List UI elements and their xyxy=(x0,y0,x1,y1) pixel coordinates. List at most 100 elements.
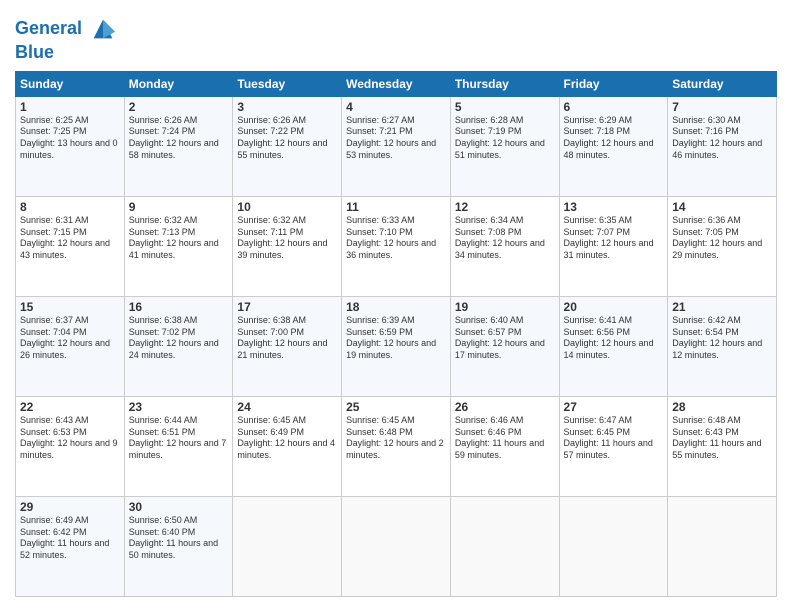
day-number: 5 xyxy=(455,100,555,114)
calendar-cell: 13 Sunrise: 6:35 AMSunset: 7:07 PMDaylig… xyxy=(559,196,668,296)
day-info: Sunrise: 6:37 AMSunset: 7:04 PMDaylight:… xyxy=(20,315,120,362)
weekday-header: Saturday xyxy=(668,71,777,96)
day-number: 6 xyxy=(564,100,664,114)
calendar-cell xyxy=(233,496,342,596)
weekday-header: Thursday xyxy=(450,71,559,96)
day-number: 8 xyxy=(20,200,120,214)
day-info: Sunrise: 6:47 AMSunset: 6:45 PMDaylight:… xyxy=(564,415,664,462)
day-number: 22 xyxy=(20,400,120,414)
day-info: Sunrise: 6:29 AMSunset: 7:18 PMDaylight:… xyxy=(564,115,664,162)
calendar-cell: 7 Sunrise: 6:30 AMSunset: 7:16 PMDayligh… xyxy=(668,96,777,196)
day-info: Sunrise: 6:45 AMSunset: 6:49 PMDaylight:… xyxy=(237,415,337,462)
calendar-cell xyxy=(559,496,668,596)
calendar-cell: 24 Sunrise: 6:45 AMSunset: 6:49 PMDaylig… xyxy=(233,396,342,496)
day-number: 1 xyxy=(20,100,120,114)
day-info: Sunrise: 6:39 AMSunset: 6:59 PMDaylight:… xyxy=(346,315,446,362)
calendar-cell xyxy=(450,496,559,596)
day-info: Sunrise: 6:41 AMSunset: 6:56 PMDaylight:… xyxy=(564,315,664,362)
day-number: 20 xyxy=(564,300,664,314)
calendar-cell: 10 Sunrise: 6:32 AMSunset: 7:11 PMDaylig… xyxy=(233,196,342,296)
day-number: 4 xyxy=(346,100,446,114)
day-info: Sunrise: 6:46 AMSunset: 6:46 PMDaylight:… xyxy=(455,415,555,462)
calendar-cell: 20 Sunrise: 6:41 AMSunset: 6:56 PMDaylig… xyxy=(559,296,668,396)
calendar-cell: 9 Sunrise: 6:32 AMSunset: 7:13 PMDayligh… xyxy=(124,196,233,296)
day-number: 26 xyxy=(455,400,555,414)
calendar-cell: 19 Sunrise: 6:40 AMSunset: 6:57 PMDaylig… xyxy=(450,296,559,396)
day-number: 2 xyxy=(129,100,229,114)
day-number: 25 xyxy=(346,400,446,414)
day-info: Sunrise: 6:34 AMSunset: 7:08 PMDaylight:… xyxy=(455,215,555,262)
weekday-header: Friday xyxy=(559,71,668,96)
calendar-cell: 3 Sunrise: 6:26 AMSunset: 7:22 PMDayligh… xyxy=(233,96,342,196)
day-number: 3 xyxy=(237,100,337,114)
day-number: 17 xyxy=(237,300,337,314)
day-info: Sunrise: 6:36 AMSunset: 7:05 PMDaylight:… xyxy=(672,215,772,262)
weekday-header: Sunday xyxy=(16,71,125,96)
day-info: Sunrise: 6:50 AMSunset: 6:40 PMDaylight:… xyxy=(129,515,229,562)
day-info: Sunrise: 6:26 AMSunset: 7:22 PMDaylight:… xyxy=(237,115,337,162)
weekday-header: Monday xyxy=(124,71,233,96)
day-info: Sunrise: 6:27 AMSunset: 7:21 PMDaylight:… xyxy=(346,115,446,162)
calendar-cell: 25 Sunrise: 6:45 AMSunset: 6:48 PMDaylig… xyxy=(342,396,451,496)
page: General Blue SundayMondayTuesdayWednesda… xyxy=(0,0,792,612)
logo-text: General xyxy=(15,15,117,43)
day-number: 29 xyxy=(20,500,120,514)
day-info: Sunrise: 6:28 AMSunset: 7:19 PMDaylight:… xyxy=(455,115,555,162)
day-number: 27 xyxy=(564,400,664,414)
calendar-cell: 18 Sunrise: 6:39 AMSunset: 6:59 PMDaylig… xyxy=(342,296,451,396)
day-info: Sunrise: 6:30 AMSunset: 7:16 PMDaylight:… xyxy=(672,115,772,162)
day-info: Sunrise: 6:32 AMSunset: 7:11 PMDaylight:… xyxy=(237,215,337,262)
day-info: Sunrise: 6:32 AMSunset: 7:13 PMDaylight:… xyxy=(129,215,229,262)
day-info: Sunrise: 6:42 AMSunset: 6:54 PMDaylight:… xyxy=(672,315,772,362)
day-number: 28 xyxy=(672,400,772,414)
calendar-table: SundayMondayTuesdayWednesdayThursdayFrid… xyxy=(15,71,777,597)
day-info: Sunrise: 6:25 AMSunset: 7:25 PMDaylight:… xyxy=(20,115,120,162)
calendar-cell: 1 Sunrise: 6:25 AMSunset: 7:25 PMDayligh… xyxy=(16,96,125,196)
calendar-cell: 2 Sunrise: 6:26 AMSunset: 7:24 PMDayligh… xyxy=(124,96,233,196)
header: General Blue xyxy=(15,15,777,63)
day-info: Sunrise: 6:33 AMSunset: 7:10 PMDaylight:… xyxy=(346,215,446,262)
day-number: 18 xyxy=(346,300,446,314)
calendar-cell: 26 Sunrise: 6:46 AMSunset: 6:46 PMDaylig… xyxy=(450,396,559,496)
day-number: 14 xyxy=(672,200,772,214)
day-info: Sunrise: 6:35 AMSunset: 7:07 PMDaylight:… xyxy=(564,215,664,262)
calendar-cell: 16 Sunrise: 6:38 AMSunset: 7:02 PMDaylig… xyxy=(124,296,233,396)
day-info: Sunrise: 6:44 AMSunset: 6:51 PMDaylight:… xyxy=(129,415,229,462)
day-number: 23 xyxy=(129,400,229,414)
day-number: 15 xyxy=(20,300,120,314)
day-number: 7 xyxy=(672,100,772,114)
day-number: 30 xyxy=(129,500,229,514)
day-number: 16 xyxy=(129,300,229,314)
day-number: 21 xyxy=(672,300,772,314)
day-number: 10 xyxy=(237,200,337,214)
day-info: Sunrise: 6:38 AMSunset: 7:00 PMDaylight:… xyxy=(237,315,337,362)
day-info: Sunrise: 6:48 AMSunset: 6:43 PMDaylight:… xyxy=(672,415,772,462)
day-info: Sunrise: 6:49 AMSunset: 6:42 PMDaylight:… xyxy=(20,515,120,562)
calendar-cell: 23 Sunrise: 6:44 AMSunset: 6:51 PMDaylig… xyxy=(124,396,233,496)
logo-text2: Blue xyxy=(15,43,117,63)
day-info: Sunrise: 6:38 AMSunset: 7:02 PMDaylight:… xyxy=(129,315,229,362)
day-number: 19 xyxy=(455,300,555,314)
logo: General Blue xyxy=(15,15,117,63)
day-number: 9 xyxy=(129,200,229,214)
day-info: Sunrise: 6:31 AMSunset: 7:15 PMDaylight:… xyxy=(20,215,120,262)
calendar-cell: 22 Sunrise: 6:43 AMSunset: 6:53 PMDaylig… xyxy=(16,396,125,496)
day-number: 24 xyxy=(237,400,337,414)
calendar-cell: 29 Sunrise: 6:49 AMSunset: 6:42 PMDaylig… xyxy=(16,496,125,596)
calendar-cell: 21 Sunrise: 6:42 AMSunset: 6:54 PMDaylig… xyxy=(668,296,777,396)
calendar-cell: 6 Sunrise: 6:29 AMSunset: 7:18 PMDayligh… xyxy=(559,96,668,196)
day-info: Sunrise: 6:26 AMSunset: 7:24 PMDaylight:… xyxy=(129,115,229,162)
calendar-cell: 5 Sunrise: 6:28 AMSunset: 7:19 PMDayligh… xyxy=(450,96,559,196)
day-number: 11 xyxy=(346,200,446,214)
calendar-cell: 8 Sunrise: 6:31 AMSunset: 7:15 PMDayligh… xyxy=(16,196,125,296)
weekday-header: Wednesday xyxy=(342,71,451,96)
weekday-header: Tuesday xyxy=(233,71,342,96)
day-info: Sunrise: 6:40 AMSunset: 6:57 PMDaylight:… xyxy=(455,315,555,362)
calendar-cell: 15 Sunrise: 6:37 AMSunset: 7:04 PMDaylig… xyxy=(16,296,125,396)
calendar-cell xyxy=(342,496,451,596)
calendar-cell: 27 Sunrise: 6:47 AMSunset: 6:45 PMDaylig… xyxy=(559,396,668,496)
day-info: Sunrise: 6:45 AMSunset: 6:48 PMDaylight:… xyxy=(346,415,446,462)
calendar-cell: 17 Sunrise: 6:38 AMSunset: 7:00 PMDaylig… xyxy=(233,296,342,396)
day-number: 13 xyxy=(564,200,664,214)
calendar-cell: 14 Sunrise: 6:36 AMSunset: 7:05 PMDaylig… xyxy=(668,196,777,296)
